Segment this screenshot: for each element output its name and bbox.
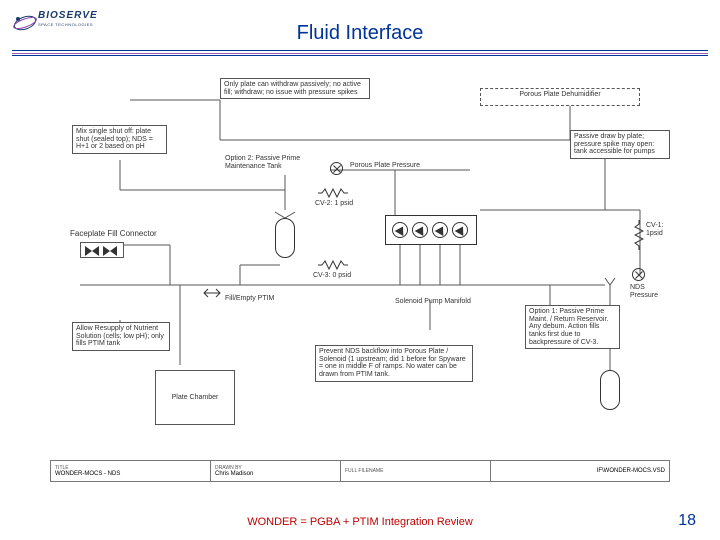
- check-valve-icon: [85, 246, 99, 256]
- pump-icon: [412, 222, 428, 238]
- bidirectional-arrow-icon: [200, 288, 224, 298]
- option1-tank: [600, 370, 620, 410]
- label-option2: Option 2: Passive Prime Maintenance Tank: [225, 155, 325, 170]
- nds-pressure-gauge-icon: [632, 268, 645, 281]
- faceplate-connector: [80, 242, 124, 258]
- option2-tank: [275, 218, 295, 258]
- label-fill-empty: Fill/Empty PTIM: [225, 295, 274, 303]
- note-option1: Option 1: Passive Prime Maint. / Return …: [525, 305, 620, 349]
- label-cv3: CV-3: 0 psid: [313, 272, 351, 280]
- tb-title: WONDER-MOCS - NDS: [55, 471, 206, 477]
- check-valve-icon: [103, 246, 117, 256]
- page-number: 18: [678, 512, 696, 530]
- fluid-diagram: Only plate can withdraw passively; no ac…: [50, 70, 670, 480]
- note-passive-draw: Passive draw by plate; pressure spike ma…: [570, 130, 670, 159]
- label-manifold: Solenoid Pump Manifold: [395, 298, 471, 306]
- label-porous-pressure: Porous Plate Pressure: [350, 162, 420, 170]
- label-nds: NDS Pressure: [630, 284, 670, 299]
- footer-text: WONDER = PGBA + PTIM Integration Review: [0, 516, 720, 528]
- pump-icon: [452, 222, 468, 238]
- porous-pressure-gauge-icon: [330, 162, 343, 175]
- tb-drawn: Chris Madison: [215, 471, 336, 477]
- label-faceplate: Faceplate Fill Connector: [70, 230, 157, 239]
- cv1-valve-icon: [634, 220, 644, 250]
- title-rule-accent: [12, 53, 708, 54]
- cv3-valve-icon: [318, 260, 348, 270]
- note-resupply: Allow Resupply of Nutrient Solution (cel…: [72, 322, 170, 351]
- slide-title: Fluid Interface: [0, 22, 720, 45]
- plate-chamber: Plate Chamber: [155, 370, 235, 425]
- label-cv2: CV-2: 1 psid: [315, 200, 353, 208]
- pump-icon: [392, 222, 408, 238]
- cv2-valve-icon: [318, 188, 348, 198]
- note-mix-shutoff: Mix single shut off: plate shut (sealed …: [72, 125, 167, 154]
- note-top: Only plate can withdraw passively; no ac…: [220, 78, 370, 99]
- drawing-titleblock: TITLE WONDER-MOCS - NDS DRAWN BY Chris M…: [50, 460, 670, 482]
- tb-path: IF\WONDER-MOCS.VSD: [597, 468, 665, 474]
- tb-file-h: FULL FILENAME: [345, 468, 486, 474]
- note-backflow: Prevent NDS backflow into Porous Plate /…: [315, 345, 473, 382]
- label-cv1: CV-1: 1psid: [646, 222, 670, 237]
- porous-plate-dehumidifier: Porous Plate Dehumidifier: [480, 88, 640, 106]
- logo-text: BIOSERVE: [38, 10, 98, 21]
- pump-icon: [432, 222, 448, 238]
